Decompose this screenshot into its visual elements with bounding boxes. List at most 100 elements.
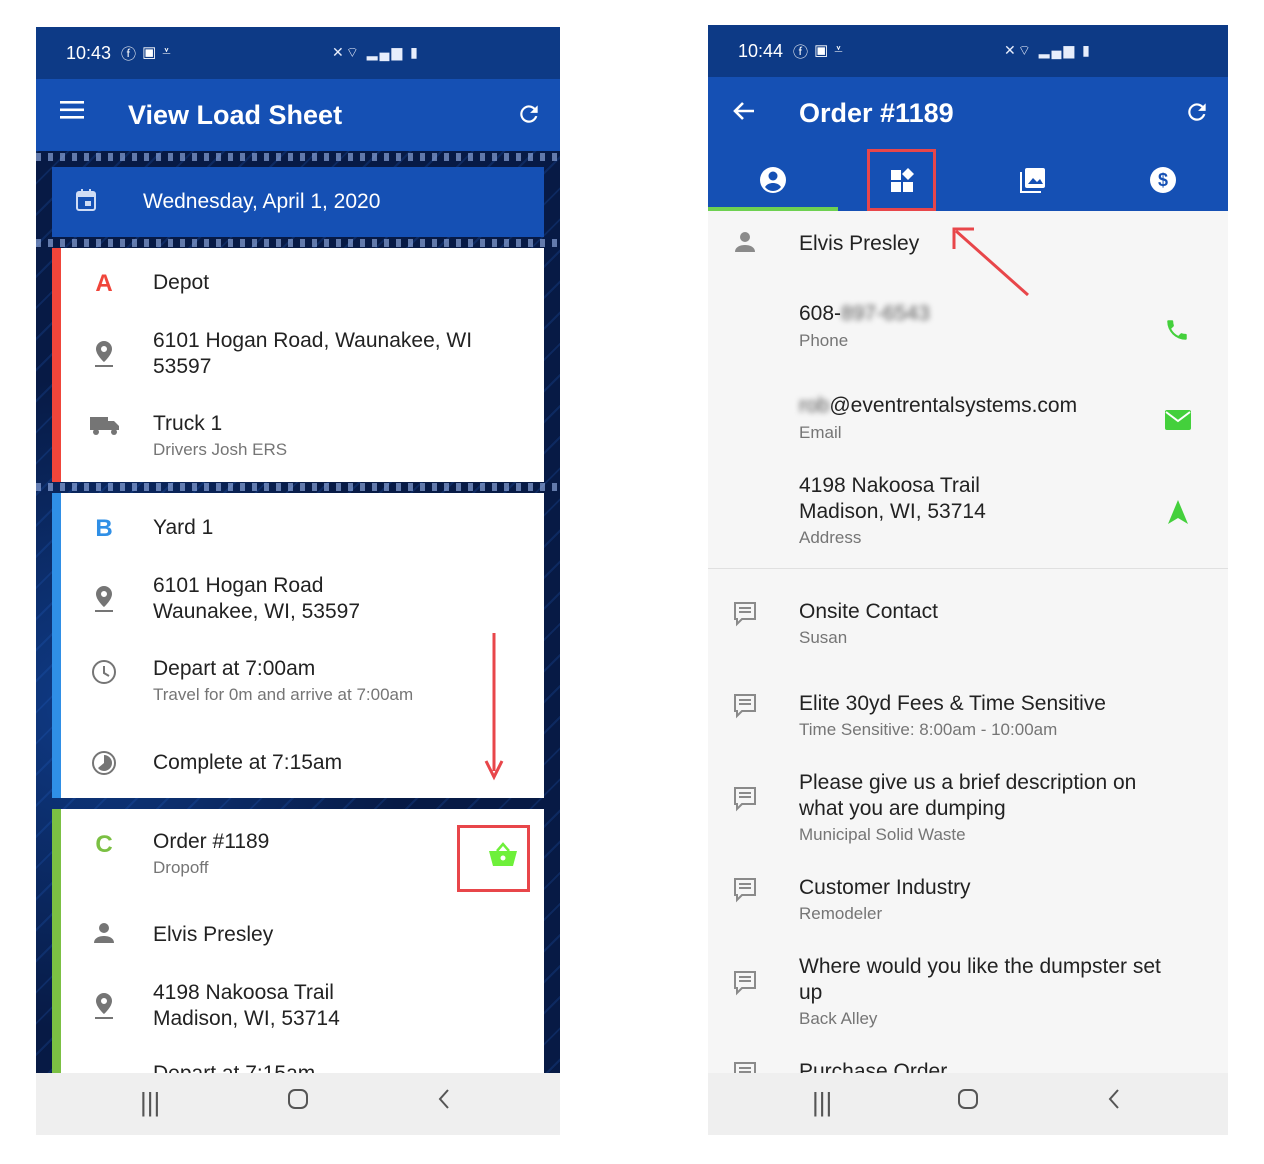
page-title: View Load Sheet [128, 99, 343, 130]
photo-library-icon [1020, 168, 1045, 193]
detail-value: Municipal Solid Waste [799, 825, 966, 844]
app-bar: Order #1189 [708, 77, 1228, 149]
email-label: Email [799, 423, 842, 442]
android-nav-bar: ||| [708, 1073, 1228, 1135]
download-done-icon: ⩡ [162, 42, 171, 60]
svg-text:$: $ [1158, 170, 1168, 190]
stop-letter: C [95, 831, 113, 858]
address-label: Address [799, 528, 862, 547]
status-time: 10:44 [738, 40, 784, 61]
phone-number: 608-897-6543 [799, 301, 930, 327]
detail-value: Remodeler [799, 904, 883, 923]
truck-icon [89, 414, 119, 442]
navigation-icon[interactable] [1166, 499, 1190, 530]
image-icon: ▣ [814, 41, 829, 59]
android-nav-bar: ||| [36, 1073, 560, 1135]
customer-name: Elvis Presley [799, 232, 920, 255]
address-line-2: Madison, WI, 53714 [153, 1007, 340, 1030]
recent-apps-icon[interactable]: ||| [140, 1087, 160, 1118]
decor-stripe [36, 153, 560, 161]
signal-battery-icons: ✕⌔ ▂▄▆ ▮ [332, 44, 420, 60]
signal-battery-icons: ✕⌔ ▂▄▆ ▮ [1004, 42, 1092, 58]
tab-customer[interactable] [708, 149, 838, 211]
person-icon [730, 231, 760, 258]
calendar-icon [76, 189, 96, 211]
order-tabs: $ [708, 149, 1228, 211]
email-address: rob@eventrentalsystems.com [799, 393, 1077, 419]
address-line-2: Madison, WI, 53714 [799, 500, 986, 523]
address: 4198 Nakoosa Trail Madison, WI, 53714 [799, 473, 986, 525]
address-line-1: 6101 Hogan Road, Waunakee, WI [153, 329, 473, 352]
detail-value: Back Alley [799, 1009, 878, 1028]
detail-title-line: Where would you like the dumpster set [799, 955, 1161, 978]
location-pin-icon [89, 992, 119, 1026]
decor-stripe [36, 239, 560, 247]
app-bar: View Load Sheet [36, 79, 560, 151]
stop-name: Depot [153, 271, 210, 294]
status-bar: 10:44 ⓕ ▣ ⩡ ✕⌔ ▂▄▆ ▮ [708, 25, 1228, 77]
address-line-1: 6101 Hogan Road [153, 574, 324, 597]
detail-title: Customer Industry [799, 876, 971, 899]
order-type: Dropoff [153, 858, 209, 877]
date-label: Wednesday, April 1, 2020 [143, 190, 381, 213]
phone-icon[interactable] [1164, 317, 1190, 348]
dollar-circle-icon: $ [1150, 167, 1176, 193]
comment-icon [730, 970, 760, 1001]
location-pin-icon [89, 340, 119, 374]
down-arrow-annotation [484, 633, 504, 781]
image-icon: ▣ [142, 43, 157, 61]
facebook-icon: ⓕ [121, 45, 137, 63]
status-time: 10:43 [66, 42, 112, 63]
detail-title-line: what you are dumping [799, 797, 1006, 820]
basket-highlight-box [457, 825, 530, 892]
phone-prefix: 608- [799, 302, 842, 325]
decor-stripe [36, 483, 560, 491]
menu-icon[interactable] [60, 97, 86, 128]
home-icon[interactable] [286, 1087, 310, 1118]
stop-address: 6101 Hogan Road, Waunakee, WI 53597 [153, 328, 472, 380]
comment-icon [730, 601, 760, 632]
stop-letter: A [95, 270, 113, 297]
back-chevron-icon[interactable] [436, 1087, 452, 1118]
address-line-1: 4198 Nakoosa Trail [153, 981, 334, 1004]
detail-title-line: up [799, 981, 823, 1004]
back-chevron-icon[interactable] [1106, 1087, 1122, 1118]
stop-address: 4198 Nakoosa Trail Madison, WI, 53714 [153, 980, 340, 1032]
status-icons: ⓕ ▣ ⩡ [121, 43, 171, 64]
stop-letter: B [95, 515, 113, 542]
complete-time: Complete at 7:15am [153, 751, 343, 774]
detail-value: Time Sensitive: 8:00am - 10:00am [799, 720, 1058, 739]
detail-title-line: Please give us a brief description on [799, 771, 1137, 794]
home-icon[interactable] [956, 1087, 980, 1118]
email-blurred: rob [799, 394, 830, 417]
refresh-icon[interactable] [516, 101, 542, 134]
depart-time: Depart at 7:00am [153, 657, 316, 680]
email-domain: @eventrentalsystems.com [829, 394, 1078, 417]
tab-photos[interactable] [968, 149, 1098, 211]
comment-icon [730, 877, 760, 908]
stop-card-b[interactable]: B Yard 1 6101 Hogan Road Waunakee, WI, 5… [52, 493, 544, 798]
load-sheet-screen: 10:43 ⓕ ▣ ⩡ ✕⌔ ▂▄▆ ▮ View Load Sheet Wed… [36, 27, 560, 1135]
refresh-icon[interactable] [1184, 99, 1210, 132]
tab-payment[interactable]: $ [1098, 149, 1228, 211]
status-bar: 10:43 ⓕ ▣ ⩡ ✕⌔ ▂▄▆ ▮ [36, 27, 560, 79]
divider [708, 568, 1228, 569]
email-icon[interactable] [1164, 409, 1192, 436]
pointer-arrow-annotation [952, 227, 1029, 297]
detail-title: Where would you like the dumpster set up [799, 954, 1161, 1006]
travel-info: Travel for 0m and arrive at 7:00am [153, 685, 414, 704]
account-circle-icon [760, 167, 786, 193]
back-arrow-icon[interactable] [732, 99, 756, 130]
stop-card-a[interactable]: A Depot 6101 Hogan Road, Waunakee, WI 53… [52, 248, 544, 482]
download-done-icon: ⩡ [834, 40, 843, 58]
facebook-icon: ⓕ [793, 43, 809, 61]
address-line-2: 53597 [153, 355, 212, 378]
page-title: Order #1189 [799, 97, 954, 128]
comment-icon [730, 786, 760, 817]
recent-apps-icon[interactable]: ||| [812, 1087, 832, 1118]
detail-value: Susan [799, 628, 848, 647]
phone-label: Phone [799, 331, 849, 350]
date-bar[interactable]: Wednesday, April 1, 2020 [52, 167, 544, 237]
person-icon [89, 922, 119, 950]
complete-clock-icon [89, 750, 119, 782]
